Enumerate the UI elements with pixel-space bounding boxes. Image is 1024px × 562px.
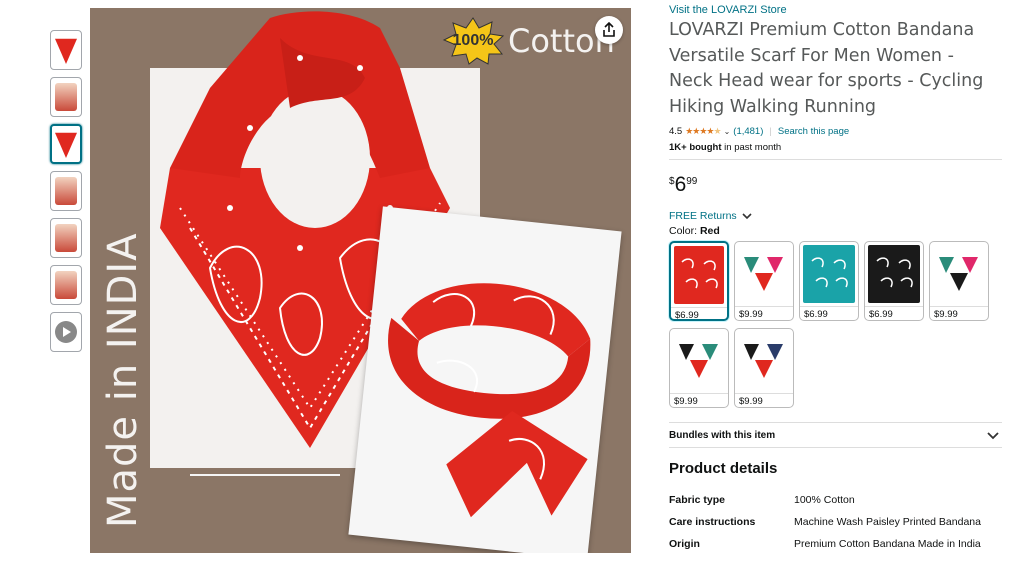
thumbnail-5[interactable] — [50, 218, 82, 258]
thumbnail-list — [50, 30, 82, 359]
thumbnail-image — [55, 224, 77, 252]
bought-count: 1K+ bought — [669, 142, 722, 153]
free-returns-label: FREE Returns — [669, 210, 737, 222]
chevron-down-icon — [742, 213, 752, 220]
swatch-image — [803, 245, 855, 303]
swatch-red[interactable]: $6.99 — [669, 241, 729, 321]
bought-period: in past month — [721, 142, 782, 153]
rating-count-link[interactable]: (1,481) — [733, 126, 763, 137]
bundles-accordion[interactable]: Bundles with this item — [669, 422, 1002, 448]
color-swatches: $6.99 $9.99 $6.99 $6.99 $9.99 $9.99 $9.9… — [669, 241, 1002, 408]
swatch-price: $9.99 — [670, 393, 728, 407]
badge-text: 100% — [452, 32, 494, 49]
swatch-multicolor-1[interactable]: $9.99 — [734, 241, 794, 321]
bought-info: 1K+ bought in past month — [669, 142, 1002, 153]
price-whole: 6 — [674, 173, 687, 196]
thumbnail-1[interactable] — [50, 30, 82, 70]
details-value: Machine Wash Paisley Printed Bandana — [794, 516, 981, 528]
details-row: Care instructions Machine Wash Paisley P… — [669, 511, 1002, 533]
details-key: Care instructions — [669, 516, 756, 528]
chevron-down-icon — [987, 431, 999, 439]
thumbnail-video[interactable] — [50, 312, 82, 352]
rating-value: 4.5 — [669, 126, 683, 137]
swatch-price: $6.99 — [865, 306, 923, 320]
swatch-image — [673, 332, 725, 390]
thumbnail-6[interactable] — [50, 265, 82, 305]
swatch-price: $6.99 — [671, 307, 727, 319]
bundles-label: Bundles with this item — [669, 429, 776, 441]
color-value: Red — [699, 225, 720, 237]
details-value: 100% Cotton — [794, 494, 855, 506]
decorative-line — [190, 474, 340, 476]
star-rating-icon[interactable]: ★★★★★ — [685, 126, 721, 137]
details-key: Fabric type — [669, 494, 726, 506]
swatch-multicolor-4[interactable]: $9.99 — [734, 328, 794, 408]
product-details-heading: Product details — [669, 460, 778, 477]
swatch-image — [933, 245, 985, 303]
swatch-image — [674, 246, 724, 304]
price: $ 6 99 — [669, 174, 1002, 196]
swatch-image — [868, 245, 920, 303]
product-title: LOVARZI Premium Cotton Bandana Versatile… — [669, 20, 984, 117]
badge-star-icon: 100% — [440, 16, 506, 66]
share-icon — [603, 22, 615, 37]
details-key: Origin — [669, 538, 700, 550]
main-product-image[interactable]: Made in INDIA 100% Cotton — [90, 8, 631, 553]
free-returns-link[interactable]: FREE Returns — [669, 210, 1002, 222]
share-button[interactable] — [595, 16, 623, 44]
swatch-price: $9.99 — [735, 393, 793, 407]
thumbnail-2[interactable] — [50, 77, 82, 117]
swatch-multicolor-2[interactable]: $9.99 — [929, 241, 989, 321]
separator: | — [769, 126, 772, 137]
thumbnail-4[interactable] — [50, 171, 82, 211]
thumbnail-image — [55, 271, 77, 299]
price-fraction: 99 — [686, 176, 698, 187]
thumbnail-image — [55, 132, 77, 158]
cotton-badge: 100% Cotton — [440, 16, 615, 66]
swatch-teal[interactable]: $6.99 — [799, 241, 859, 321]
swatch-image — [738, 332, 790, 390]
divider — [669, 159, 1002, 160]
swatch-image — [738, 245, 790, 303]
thumbnail-image — [55, 177, 77, 205]
color-selection-label: Color: Red — [669, 225, 1002, 237]
swatch-multicolor-3[interactable]: $9.99 — [669, 328, 729, 408]
details-value: Premium Cotton Bandana Made in India — [794, 538, 981, 550]
swatch-price: $9.99 — [735, 306, 793, 320]
bandana-image-secondary — [348, 206, 622, 553]
chevron-down-icon[interactable]: ⌄ — [724, 127, 731, 136]
thumbnail-image — [55, 38, 77, 64]
thumbnail-image — [55, 83, 77, 111]
product-details-table: Fabric type 100% Cotton Care instruction… — [669, 489, 1002, 555]
swatch-price: $6.99 — [800, 306, 858, 320]
store-link[interactable]: Visit the LOVARZI Store — [669, 4, 1002, 16]
swatch-black[interactable]: $6.99 — [864, 241, 924, 321]
play-icon — [55, 321, 77, 343]
swatch-price: $9.99 — [930, 306, 988, 320]
product-info-column: Visit the LOVARZI Store LOVARZI Premium … — [669, 4, 1002, 555]
made-in-india-text: Made in INDIA — [100, 232, 146, 528]
rating-row: 4.5 ★★★★★ ⌄ (1,481) | Search this page — [669, 126, 1002, 137]
thumbnail-3-active[interactable] — [50, 124, 82, 164]
color-label: Color: — [669, 225, 698, 237]
search-this-page-link[interactable]: Search this page — [778, 126, 849, 137]
details-row: Fabric type 100% Cotton — [669, 489, 1002, 511]
details-row: Origin Premium Cotton Bandana Made in In… — [669, 533, 1002, 555]
